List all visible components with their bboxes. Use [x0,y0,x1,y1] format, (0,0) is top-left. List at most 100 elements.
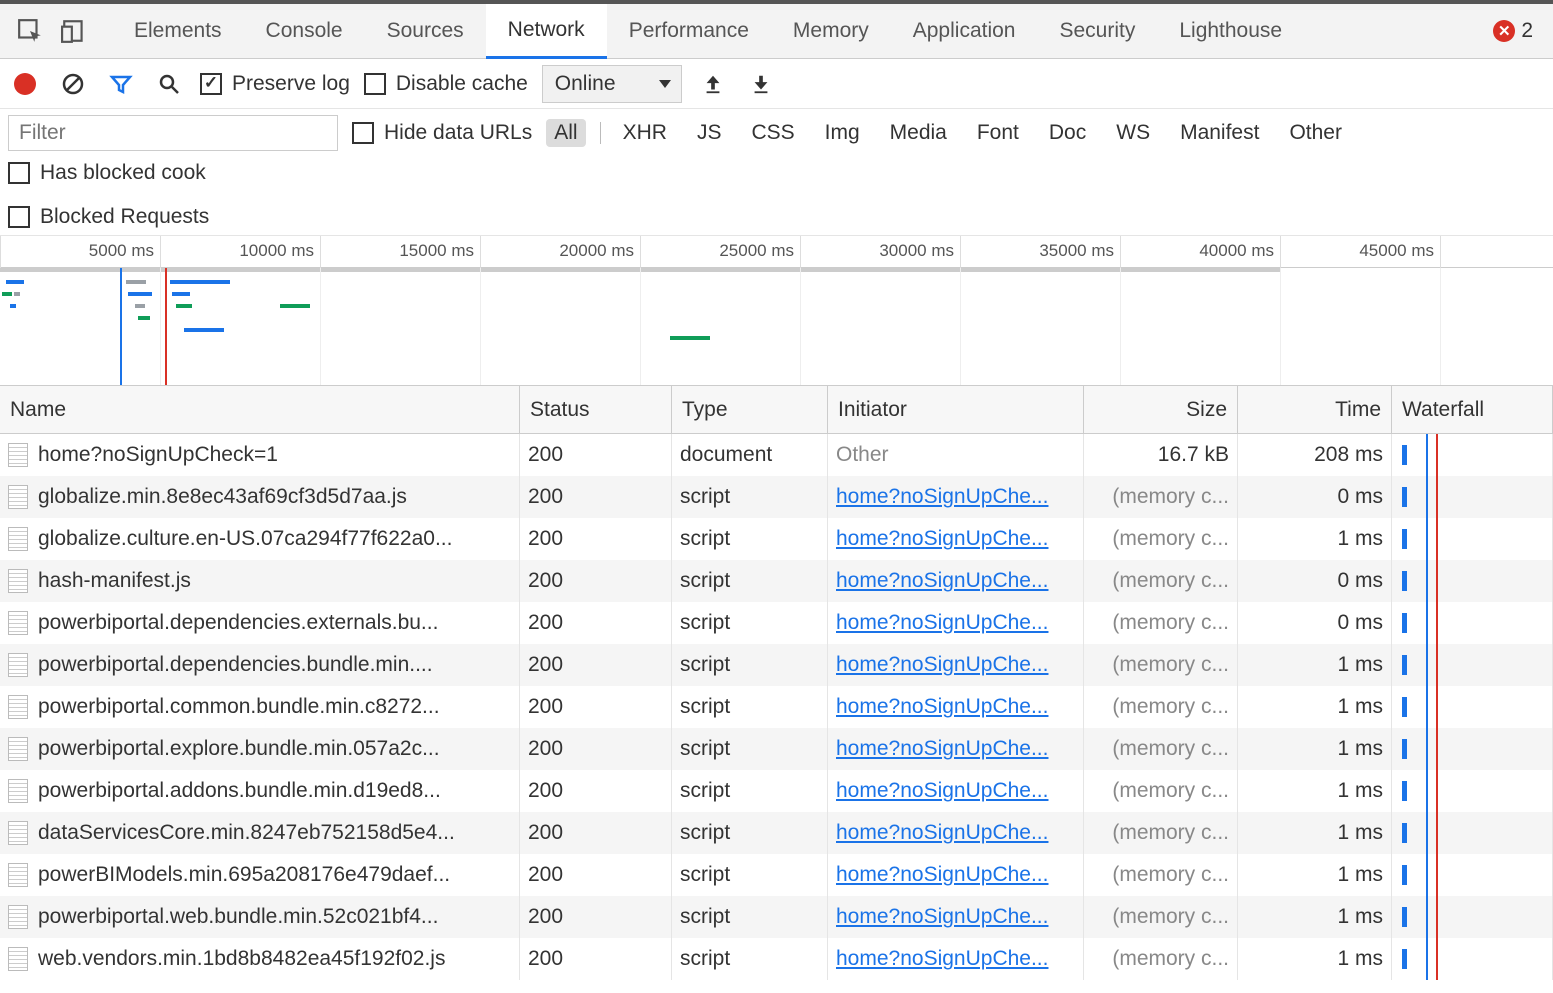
type-filter-manifest[interactable]: Manifest [1172,119,1267,147]
table-row[interactable]: powerbiportal.dependencies.externals.bu.… [0,602,1553,644]
column-header-time[interactable]: Time [1238,386,1392,433]
record-button[interactable] [8,67,42,101]
device-toolbar-icon[interactable] [52,9,96,53]
file-icon [8,863,28,887]
cell-size: (memory c... [1084,938,1238,980]
cell-type: script [672,476,828,518]
table-row[interactable]: globalize.culture.en-US.07ca294f77f622a0… [0,518,1553,560]
cell-initiator[interactable]: home?noSignUpChe... [828,476,1084,518]
table-row[interactable]: hash-manifest.js200scripthome?noSignUpCh… [0,560,1553,602]
tab-elements[interactable]: Elements [112,4,244,59]
error-count-badge[interactable]: ✕ 2 [1493,19,1533,43]
tab-sources[interactable]: Sources [365,4,486,59]
cell-type: script [672,812,828,854]
column-header-name[interactable]: Name [0,386,520,433]
column-header-type[interactable]: Type [672,386,828,433]
hide-data-urls-checkbox[interactable]: Hide data URLs [352,121,532,145]
cell-initiator[interactable]: home?noSignUpChe... [828,938,1084,980]
cell-name: powerbiportal.dependencies.externals.bu.… [0,602,520,644]
cell-size: (memory c... [1084,854,1238,896]
cell-time: 0 ms [1238,476,1392,518]
type-filter-js[interactable]: JS [689,119,730,147]
tab-performance[interactable]: Performance [607,4,771,59]
cell-type: script [672,938,828,980]
cell-waterfall [1392,896,1553,938]
type-filter-doc[interactable]: Doc [1041,119,1094,147]
cell-name: powerbiportal.explore.bundle.min.057a2c.… [0,728,520,770]
cell-name: powerbiportal.common.bundle.min.c8272... [0,686,520,728]
tab-application[interactable]: Application [891,4,1038,59]
cell-initiator[interactable]: home?noSignUpChe... [828,728,1084,770]
file-icon [8,947,28,971]
table-row[interactable]: powerbiportal.explore.bundle.min.057a2c.… [0,728,1553,770]
disable-cache-label: Disable cache [396,72,528,96]
tab-security[interactable]: Security [1037,4,1157,59]
throttling-select[interactable]: Online [542,65,682,103]
cell-name: web.vendors.min.1bd8b8482ea45f192f02.js [0,938,520,980]
cell-initiator[interactable]: home?noSignUpChe... [828,644,1084,686]
tab-network[interactable]: Network [486,4,607,59]
cell-waterfall [1392,476,1553,518]
cell-time: 1 ms [1238,770,1392,812]
cell-name: globalize.min.8e8ec43af69cf3d5d7aa.js [0,476,520,518]
file-icon [8,527,28,551]
filter-input[interactable] [8,115,338,151]
cell-initiator[interactable]: home?noSignUpChe... [828,686,1084,728]
table-row[interactable]: powerbiportal.dependencies.bundle.min...… [0,644,1553,686]
table-row[interactable]: home?noSignUpCheck=1200documentOther16.7… [0,434,1553,476]
cell-initiator[interactable]: home?noSignUpChe... [828,812,1084,854]
hide-data-urls-label: Hide data URLs [384,121,532,145]
type-filter-ws[interactable]: WS [1108,119,1158,147]
table-row[interactable]: powerbiportal.web.bundle.min.52c021bf4..… [0,896,1553,938]
cell-status: 200 [520,770,672,812]
cell-waterfall [1392,812,1553,854]
cell-time: 1 ms [1238,686,1392,728]
table-row[interactable]: powerBIModels.min.695a208176e479daef...2… [0,854,1553,896]
type-filter-media[interactable]: Media [882,119,955,147]
cell-initiator[interactable]: home?noSignUpChe... [828,896,1084,938]
has-blocked-cookies-checkbox[interactable]: Has blocked cook [8,161,206,185]
cell-initiator[interactable]: home?noSignUpChe... [828,560,1084,602]
timeline-overview[interactable]: 5000 ms10000 ms15000 ms20000 ms25000 ms3… [0,236,1553,386]
column-header-waterfall[interactable]: Waterfall [1392,386,1553,433]
table-row[interactable]: dataServicesCore.min.8247eb752158d5e4...… [0,812,1553,854]
tab-lighthouse[interactable]: Lighthouse [1157,4,1304,59]
blocked-requests-checkbox[interactable]: Blocked Requests [8,205,209,229]
timeline-tick: 5000 ms [0,236,160,268]
filter-icon[interactable] [104,67,138,101]
clear-log-icon[interactable] [56,67,90,101]
table-row[interactable]: web.vendors.min.1bd8b8482ea45f192f02.js2… [0,938,1553,980]
type-filter-css[interactable]: CSS [743,119,802,147]
cell-initiator[interactable]: home?noSignUpChe... [828,854,1084,896]
cell-name: powerBIModels.min.695a208176e479daef... [0,854,520,896]
preserve-log-checkbox[interactable]: Preserve log [200,72,350,96]
type-filter-all[interactable]: All [546,119,585,147]
error-icon: ✕ [1493,20,1515,42]
cell-initiator[interactable]: home?noSignUpChe... [828,518,1084,560]
type-filter-img[interactable]: Img [817,119,868,147]
cell-time: 0 ms [1238,602,1392,644]
table-row[interactable]: powerbiportal.common.bundle.min.c8272...… [0,686,1553,728]
tab-console[interactable]: Console [244,4,365,59]
tab-memory[interactable]: Memory [771,4,891,59]
inspect-element-icon[interactable] [8,9,52,53]
cell-status: 200 [520,434,672,476]
type-filter-font[interactable]: Font [969,119,1027,147]
column-header-status[interactable]: Status [520,386,672,433]
file-icon [8,695,28,719]
type-filter-xhr[interactable]: XHR [615,119,675,147]
search-icon[interactable] [152,67,186,101]
timeline-tick: 10000 ms [160,236,320,268]
cell-name: powerbiportal.web.bundle.min.52c021bf4..… [0,896,520,938]
column-header-initiator[interactable]: Initiator [828,386,1084,433]
table-row[interactable]: globalize.min.8e8ec43af69cf3d5d7aa.js200… [0,476,1553,518]
cell-initiator[interactable]: home?noSignUpChe... [828,770,1084,812]
cell-status: 200 [520,854,672,896]
disable-cache-checkbox[interactable]: Disable cache [364,72,528,96]
table-row[interactable]: powerbiportal.addons.bundle.min.d19ed8..… [0,770,1553,812]
cell-initiator[interactable]: home?noSignUpChe... [828,602,1084,644]
column-header-size[interactable]: Size [1084,386,1238,433]
type-filter-other[interactable]: Other [1281,119,1350,147]
download-har-icon[interactable] [744,67,778,101]
upload-har-icon[interactable] [696,67,730,101]
